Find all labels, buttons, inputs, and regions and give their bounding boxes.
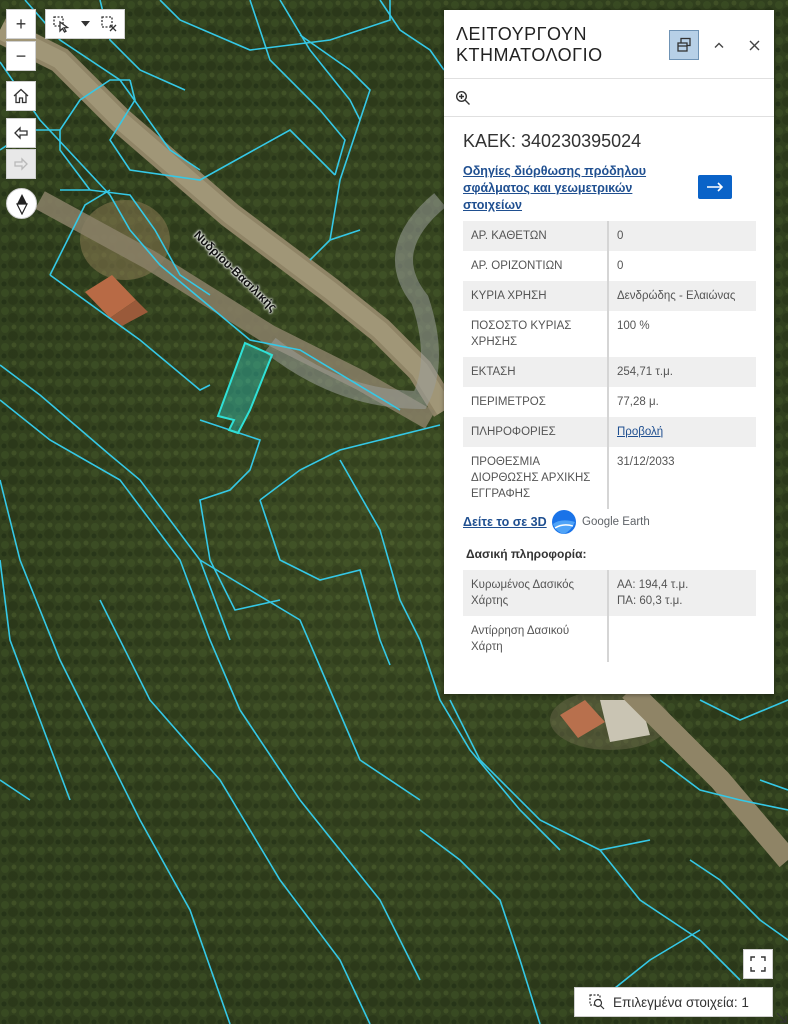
table-row: Αντίρρηση Δασικού Χάρτη <box>463 616 756 662</box>
go-button[interactable] <box>698 175 732 199</box>
table-row: ΑΡ. ΟΡΙΖΟΝΤΙΩΝ 0 <box>463 251 756 281</box>
chevron-up-icon <box>714 42 724 48</box>
google-earth-icon <box>552 510 576 534</box>
zoom-to-button[interactable] <box>455 90 471 111</box>
attribute-key: ΚΥΡΙΑ ΧΡΗΣΗ <box>463 281 609 311</box>
table-row: ΠΕΡΙΜΕΤΡΟΣ 77,28 μ. <box>463 387 756 417</box>
attribute-value: 31/12/2033 <box>617 456 675 468</box>
close-icon <box>749 40 759 50</box>
popup-actions <box>444 79 774 117</box>
resize-handle[interactable] <box>775 1011 788 1024</box>
arrow-right-icon <box>707 182 724 192</box>
selection-tools <box>45 9 125 39</box>
dock-icon <box>677 37 691 52</box>
attribute-key: ΑΡ. ΚΑΘΕΤΩΝ <box>463 221 609 251</box>
attribute-value: 100 % <box>617 320 650 332</box>
compass-icon <box>15 193 28 215</box>
dock-button[interactable] <box>669 30 699 60</box>
google-earth-label: Google Earth <box>582 516 650 528</box>
zoom-out-button[interactable]: − <box>6 41 36 71</box>
zoom-in-button[interactable]: + <box>6 9 36 39</box>
info-view-link[interactable]: Προβολή <box>617 426 663 438</box>
attribute-key: ΠΛΗΡΟΦΟΡΙΕΣ <box>463 417 609 447</box>
popup-header: ΛΕΙΤΟΥΡΓΟΥΝ ΚΤΗΜΑΤΟΛΟΓΙΟ <box>444 10 774 79</box>
attribute-value: 77,28 μ. <box>617 396 659 408</box>
forest-key: Αντίρρηση Δασικού Χάρτη <box>463 616 609 662</box>
popup-title: ΛΕΙΤΟΥΡΓΟΥΝ ΚΤΗΜΑΤΟΛΟΓΙΟ <box>456 24 603 65</box>
select-dropdown-button[interactable] <box>76 10 94 38</box>
forest-value <box>608 616 756 662</box>
attributes-table: ΑΡ. ΚΑΘΕΤΩΝ 0 ΑΡ. ΟΡΙΖΟΝΤΙΩΝ 0 ΚΥΡΙΑ ΧΡΗ… <box>463 221 756 509</box>
table-row: ΚΥΡΙΑ ΧΡΗΣΗ Δενδρώδης - Ελαιώνας <box>463 281 756 311</box>
attribute-value: Προβολή <box>608 417 756 447</box>
home-button[interactable] <box>6 81 36 111</box>
attribute-key: ΕΚΤΑΣΗ <box>463 357 609 387</box>
caret-down-icon <box>80 21 90 27</box>
select-tool-button[interactable] <box>46 10 76 38</box>
previous-extent-button[interactable] <box>6 118 36 148</box>
attribute-key: ΠΟΣΟΣΤΟ ΚΥΡΙΑΣ ΧΡΗΣΗΣ <box>463 311 609 357</box>
forest-table: Κυρωμένος Δασικός Χάρτης ΑΑ: 194,4 τ.μ. … <box>463 570 756 662</box>
zoom-selection-icon <box>589 994 605 1010</box>
kaek-heading: ΚΑΕΚ: 340230395024 <box>463 131 642 151</box>
attribute-key: ΠΕΡΙΜΕΤΡΟΣ <box>463 387 609 417</box>
arrow-right-icon <box>14 157 28 171</box>
selected-features-button[interactable]: Επιλεγμένα στοιχεία: 1 <box>574 987 773 1017</box>
resize-arrow-icon <box>776 1012 787 1023</box>
attribute-value: Δενδρώδης - Ελαιώνας <box>608 281 756 311</box>
table-row: Κυρωμένος Δασικός Χάρτης ΑΑ: 194,4 τ.μ. … <box>463 570 756 616</box>
attribute-key: ΑΡ. ΟΡΙΖΟΝΤΙΩΝ <box>463 251 609 281</box>
feature-popup: ΛΕΙΤΟΥΡΓΟΥΝ ΚΤΗΜΑΤΟΛΟΓΙΟ ΚΑΕΚ: 340230395… <box>444 10 774 694</box>
fullscreen-icon <box>750 956 766 972</box>
zoom-to-icon <box>455 90 470 105</box>
guide-link[interactable]: Οδηγίες διόρθωσης πρόδηλου σφάλματος και… <box>463 163 663 214</box>
table-row: ΕΚΤΑΣΗ 254,71 τ.μ. <box>463 357 756 387</box>
selected-count-label: Επιλεγμένα στοιχεία: 1 <box>613 994 749 1010</box>
collapse-button[interactable] <box>704 30 734 60</box>
clear-selection-button[interactable] <box>94 10 124 38</box>
view-3d-link[interactable]: Δείτε το σε 3D <box>463 515 547 529</box>
compass-button[interactable] <box>6 188 37 219</box>
close-button[interactable] <box>739 30 769 60</box>
table-row: ΠΟΣΟΣΤΟ ΚΥΡΙΑΣ ΧΡΗΣΗΣ 100 % <box>463 311 756 357</box>
attribute-value: 0 <box>608 221 756 251</box>
table-row: ΑΡ. ΚΑΘΕΤΩΝ 0 <box>463 221 756 251</box>
attribute-key: ΠΡΟΘΕΣΜΙΑ ΔΙΟΡΘΩΣΗΣ ΑΡΧΙΚΗΣ ΕΓΓΡΑΦΗΣ <box>463 447 609 509</box>
table-row: ΠΛΗΡΟΦΟΡΙΕΣ Προβολή <box>463 417 756 447</box>
forest-key: Κυρωμένος Δασικός Χάρτης <box>463 570 609 616</box>
attribute-value: 0 <box>617 260 624 272</box>
table-row: ΠΡΟΘΕΣΜΙΑ ΔΙΟΡΘΩΣΗΣ ΑΡΧΙΚΗΣ ΕΓΓΡΑΦΗΣ 31/… <box>463 447 756 509</box>
arrow-left-icon <box>14 126 28 140</box>
attribute-value: 254,71 τ.μ. <box>608 357 756 387</box>
forest-value: ΑΑ: 194,4 τ.μ. ΠΑ: 60,3 τ.μ. <box>608 570 756 616</box>
fullscreen-button[interactable] <box>743 949 773 979</box>
next-extent-button[interactable] <box>6 149 36 179</box>
plus-icon: + <box>15 13 27 34</box>
google-earth-link[interactable]: Google Earth <box>551 509 650 535</box>
home-icon <box>13 88 29 104</box>
clear-selection-icon <box>101 16 117 32</box>
forest-info-title: Δασική πληροφορία: <box>466 547 587 561</box>
minus-icon: − <box>15 45 27 66</box>
select-pointer-icon <box>53 16 70 33</box>
